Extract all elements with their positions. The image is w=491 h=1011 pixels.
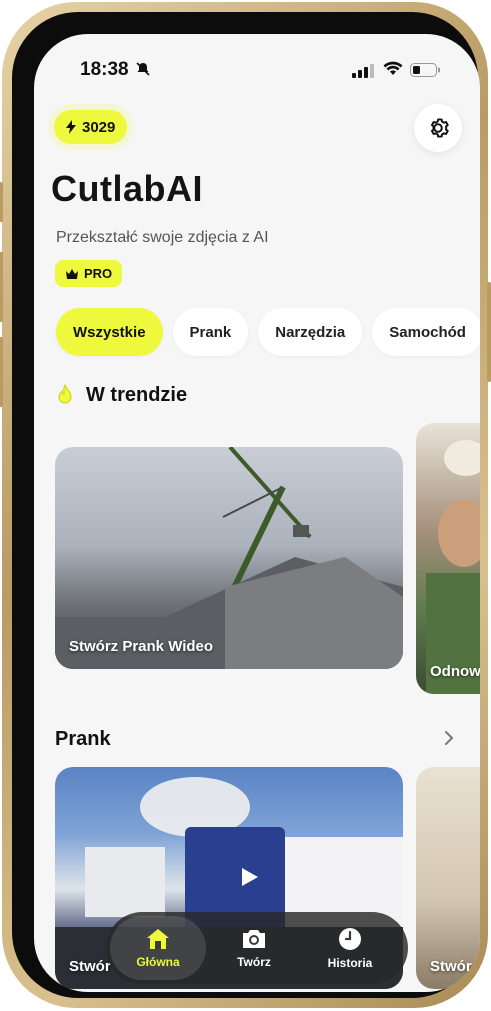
category-filters: Wszystkie Prank Narzędzia Samochód <box>56 308 480 356</box>
nav-label-create: Twórz <box>237 955 271 969</box>
app-screen: 18:38 3029 CutlabAI Przekształć swoje zd… <box>34 34 480 992</box>
trending-card-prank-video[interactable]: Stwórz Prank Wideo <box>55 447 403 669</box>
power-button <box>487 282 491 382</box>
volume-up-button <box>0 252 3 322</box>
pro-badge: PRO <box>55 260 123 287</box>
play-button[interactable] <box>230 859 266 895</box>
filter-chip-prank[interactable]: Prank <box>172 308 249 356</box>
chevron-right-icon[interactable] <box>444 730 454 746</box>
trending-section-title: W trendzie <box>86 384 188 406</box>
app-title: CutlabAI <box>51 168 203 209</box>
pro-badge-label: PRO <box>84 266 113 281</box>
battery-icon <box>410 63 440 77</box>
filter-chip-all[interactable]: Wszystkie <box>56 308 163 356</box>
gear-icon <box>430 118 449 138</box>
filter-chip-tools[interactable]: Narzędzia <box>258 308 363 356</box>
trending-card-label: Odnow <box>430 663 480 680</box>
nav-item-create[interactable]: Twórz <box>206 916 302 980</box>
prank-card-label: Stwór <box>430 958 472 975</box>
child-photo-image <box>426 440 480 694</box>
construction-image <box>55 447 403 669</box>
clock-icon <box>339 928 361 950</box>
home-icon <box>147 929 169 949</box>
credits-count: 3029 <box>82 118 116 136</box>
fire-icon <box>58 384 72 404</box>
bottom-navigation: Główna Twórz Historia <box>106 912 408 984</box>
volume-down-button <box>0 337 3 407</box>
mute-switch <box>0 182 3 222</box>
lightning-icon <box>66 120 76 134</box>
nav-item-history[interactable]: Historia <box>302 916 398 980</box>
trending-card-label: Stwórz Prank Wideo <box>69 638 214 655</box>
phone-bezel: 18:38 3029 CutlabAI Przekształć swoje zd… <box>12 12 480 998</box>
wifi-icon <box>383 61 403 75</box>
trending-card-restore[interactable]: Odnow <box>416 423 480 694</box>
prank-card-second[interactable]: Stwór <box>416 767 480 989</box>
app-subtitle: Przekształć swoje zdjęcia z AI <box>56 229 269 246</box>
crown-icon <box>66 268 78 279</box>
prank-section-title: Prank <box>55 728 111 750</box>
bell-muted-icon <box>136 62 150 76</box>
filter-chip-car[interactable]: Samochód <box>372 308 480 356</box>
camera-icon <box>243 930 265 948</box>
signal-icon <box>352 64 374 78</box>
play-icon <box>242 868 258 886</box>
prank-card-label: Stwór <box>69 958 111 975</box>
nav-label-history: Historia <box>327 956 373 970</box>
nav-label-home: Główna <box>136 955 180 969</box>
nav-item-home[interactable]: Główna <box>110 916 206 980</box>
phone-frame: 18:38 3029 CutlabAI Przekształć swoje zd… <box>0 2 491 1008</box>
status-time: 18:38 <box>80 59 129 80</box>
settings-button[interactable] <box>414 104 462 152</box>
credits-badge[interactable]: 3029 <box>54 110 128 144</box>
